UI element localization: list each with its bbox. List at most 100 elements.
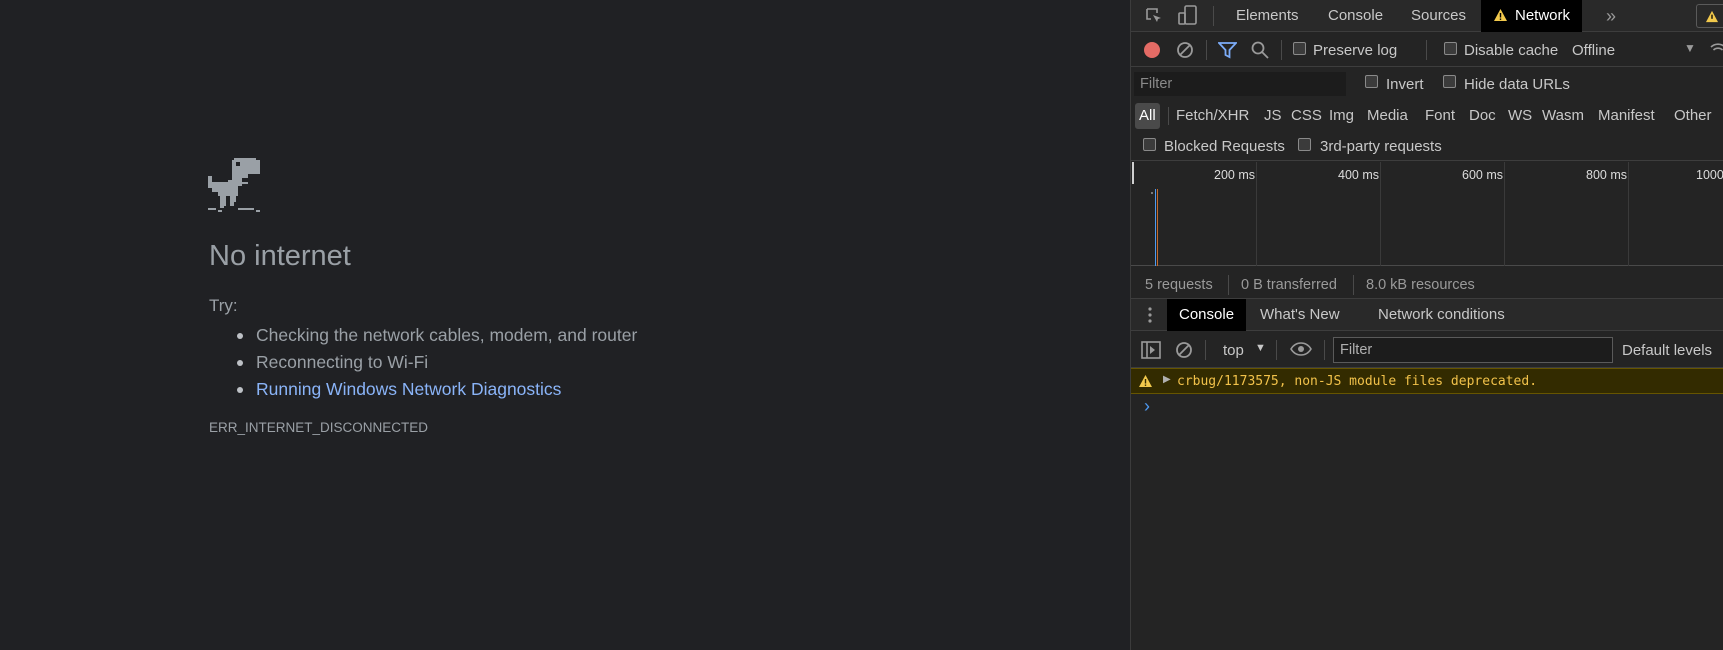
timeline-tick: 800 ms: [1586, 168, 1627, 182]
drawer-tab-bar: Console What's New Network conditions: [1131, 299, 1723, 331]
devtools-panel: Elements Console Sources Network » Prese…: [1130, 0, 1723, 650]
timeline-tick: 1000: [1696, 168, 1723, 182]
timeline-tick: 200 ms: [1214, 168, 1255, 182]
filter-row: Invert Hide data URLs: [1131, 68, 1723, 100]
toolbar-divider: [1228, 275, 1229, 295]
hide-data-urls-checkbox[interactable]: [1443, 75, 1456, 88]
type-manifest[interactable]: Manifest: [1595, 103, 1658, 129]
toolbar-divider: [1281, 40, 1282, 60]
blocked-requests-label: Blocked Requests: [1164, 138, 1285, 155]
type-font[interactable]: Font: [1422, 103, 1458, 129]
context-selector[interactable]: top: [1223, 342, 1244, 359]
toolbar-divider: [1206, 40, 1207, 60]
hide-data-urls-label: Hide data URLs: [1464, 76, 1570, 93]
resource-type-filter: All Fetch/XHR JS CSS Img Media Font Doc …: [1131, 100, 1723, 132]
console-prompt[interactable]: ›: [1131, 395, 1723, 419]
blocked-requests-checkbox[interactable]: [1143, 138, 1156, 151]
toolbar-divider: [1205, 340, 1206, 360]
warning-text: crbug/1173575, non-JS module files depre…: [1177, 374, 1538, 389]
drawer-tab-network-conditions[interactable]: Network conditions: [1378, 299, 1505, 331]
chevron-down-icon[interactable]: ▼: [1255, 342, 1266, 354]
resources-size: 8.0 kB resources: [1366, 277, 1475, 293]
blocked-requests-row: Blocked Requests 3rd-party requests: [1131, 132, 1723, 161]
timeline-gridline: [1256, 162, 1257, 266]
network-diagnostics-link[interactable]: Running Windows Network Diagnostics: [236, 376, 637, 403]
request-bar: [1155, 189, 1156, 266]
transferred-size: 0 B transferred: [1241, 277, 1337, 293]
log-levels-select[interactable]: Default levels: [1622, 342, 1712, 359]
timeline-gridline: [1504, 162, 1505, 266]
preserve-log-checkbox[interactable]: [1293, 42, 1306, 55]
toolbar-divider: [1276, 340, 1277, 360]
tab-elements[interactable]: Elements: [1236, 0, 1299, 32]
issues-counter[interactable]: [1696, 4, 1723, 28]
device-toolbar-icon[interactable]: [1178, 5, 1198, 27]
suggestion-list: Checking the network cables, modem, and …: [236, 322, 637, 403]
offline-page: No internet Try: Checking the network ca…: [0, 0, 1130, 650]
kebab-menu-icon[interactable]: [1148, 307, 1152, 323]
tab-network-label: Network: [1515, 7, 1571, 24]
chevron-down-icon[interactable]: ▼: [1684, 41, 1696, 55]
filter-input[interactable]: [1134, 72, 1346, 96]
drawer-tab-whats-new[interactable]: What's New: [1260, 299, 1340, 331]
request-bar: [1157, 189, 1158, 266]
type-media[interactable]: Media: [1364, 103, 1411, 129]
network-summary-bar: 5 requests 0 B transferred 8.0 kB resour…: [1131, 269, 1723, 299]
drawer-tab-console[interactable]: Console: [1167, 299, 1247, 331]
expand-arrow-icon[interactable]: ▶: [1163, 374, 1171, 385]
preserve-log-label: Preserve log: [1313, 42, 1398, 59]
timeline-gridline: [1628, 162, 1629, 266]
console-toolbar: top ▼ Default levels ▼: [1131, 332, 1723, 368]
invert-label: Invert: [1386, 76, 1424, 93]
network-toolbar: Preserve log Disable cache Offline ▼: [1131, 33, 1723, 67]
clear-console-icon[interactable]: [1175, 341, 1193, 359]
type-fetch-xhr[interactable]: Fetch/XHR: [1173, 103, 1252, 129]
toolbar-divider: [1426, 40, 1427, 60]
page-title: No internet: [209, 240, 351, 272]
console-filter-input[interactable]: [1333, 337, 1613, 363]
suggestion-item: Checking the network cables, modem, and …: [236, 322, 637, 349]
type-all[interactable]: All: [1135, 103, 1160, 129]
devtools-tab-bar: Elements Console Sources Network »: [1131, 0, 1723, 32]
third-party-label: 3rd-party requests: [1320, 138, 1442, 155]
type-css[interactable]: CSS: [1288, 103, 1325, 129]
tab-sources[interactable]: Sources: [1411, 0, 1466, 32]
sidebar-toggle-icon[interactable]: [1141, 341, 1161, 359]
network-overview-timeline[interactable]: 200 ms 400 ms 600 ms 800 ms 1000: [1131, 162, 1723, 266]
suggestion-item: Reconnecting to Wi-Fi: [236, 349, 637, 376]
clear-icon[interactable]: [1176, 41, 1194, 59]
type-other[interactable]: Other: [1671, 103, 1715, 129]
timeline-handle[interactable]: [1132, 162, 1134, 184]
warning-icon: [1494, 9, 1507, 21]
record-icon[interactable]: [1143, 41, 1161, 59]
type-wasm[interactable]: Wasm: [1539, 103, 1587, 129]
inspect-element-icon[interactable]: [1144, 6, 1164, 26]
type-doc[interactable]: Doc: [1466, 103, 1499, 129]
console-warning-message[interactable]: ▶ crbug/1173575, non-JS module files dep…: [1131, 368, 1723, 394]
disable-cache-label: Disable cache: [1464, 42, 1559, 59]
error-code: ERR_INTERNET_DISCONNECTED: [209, 420, 429, 435]
disable-cache-checkbox[interactable]: [1444, 42, 1457, 55]
filter-icon[interactable]: [1218, 41, 1237, 59]
type-img[interactable]: Img: [1326, 103, 1357, 129]
search-icon[interactable]: [1250, 40, 1270, 60]
invert-checkbox[interactable]: [1365, 75, 1378, 88]
warning-icon: [1705, 10, 1719, 23]
type-js[interactable]: JS: [1261, 103, 1285, 129]
timeline-tick: 400 ms: [1338, 168, 1379, 182]
try-label: Try:: [209, 296, 238, 315]
toolbar-divider: [1324, 340, 1325, 360]
toolbar-divider: [1353, 275, 1354, 295]
prompt-arrow-icon: ›: [1144, 396, 1150, 416]
throttling-select[interactable]: Offline: [1572, 42, 1615, 59]
chevron-double-right-icon[interactable]: »: [1606, 0, 1616, 32]
type-ws[interactable]: WS: [1505, 103, 1535, 129]
dinosaur-icon[interactable]: [208, 158, 260, 212]
third-party-checkbox[interactable]: [1298, 138, 1311, 151]
network-conditions-icon[interactable]: [1710, 42, 1723, 56]
eye-icon[interactable]: [1290, 342, 1312, 356]
tab-console[interactable]: Console: [1328, 0, 1383, 32]
toolbar-divider: [1213, 6, 1214, 26]
timeline-tick: 600 ms: [1462, 168, 1503, 182]
tab-network[interactable]: Network: [1481, 0, 1583, 32]
